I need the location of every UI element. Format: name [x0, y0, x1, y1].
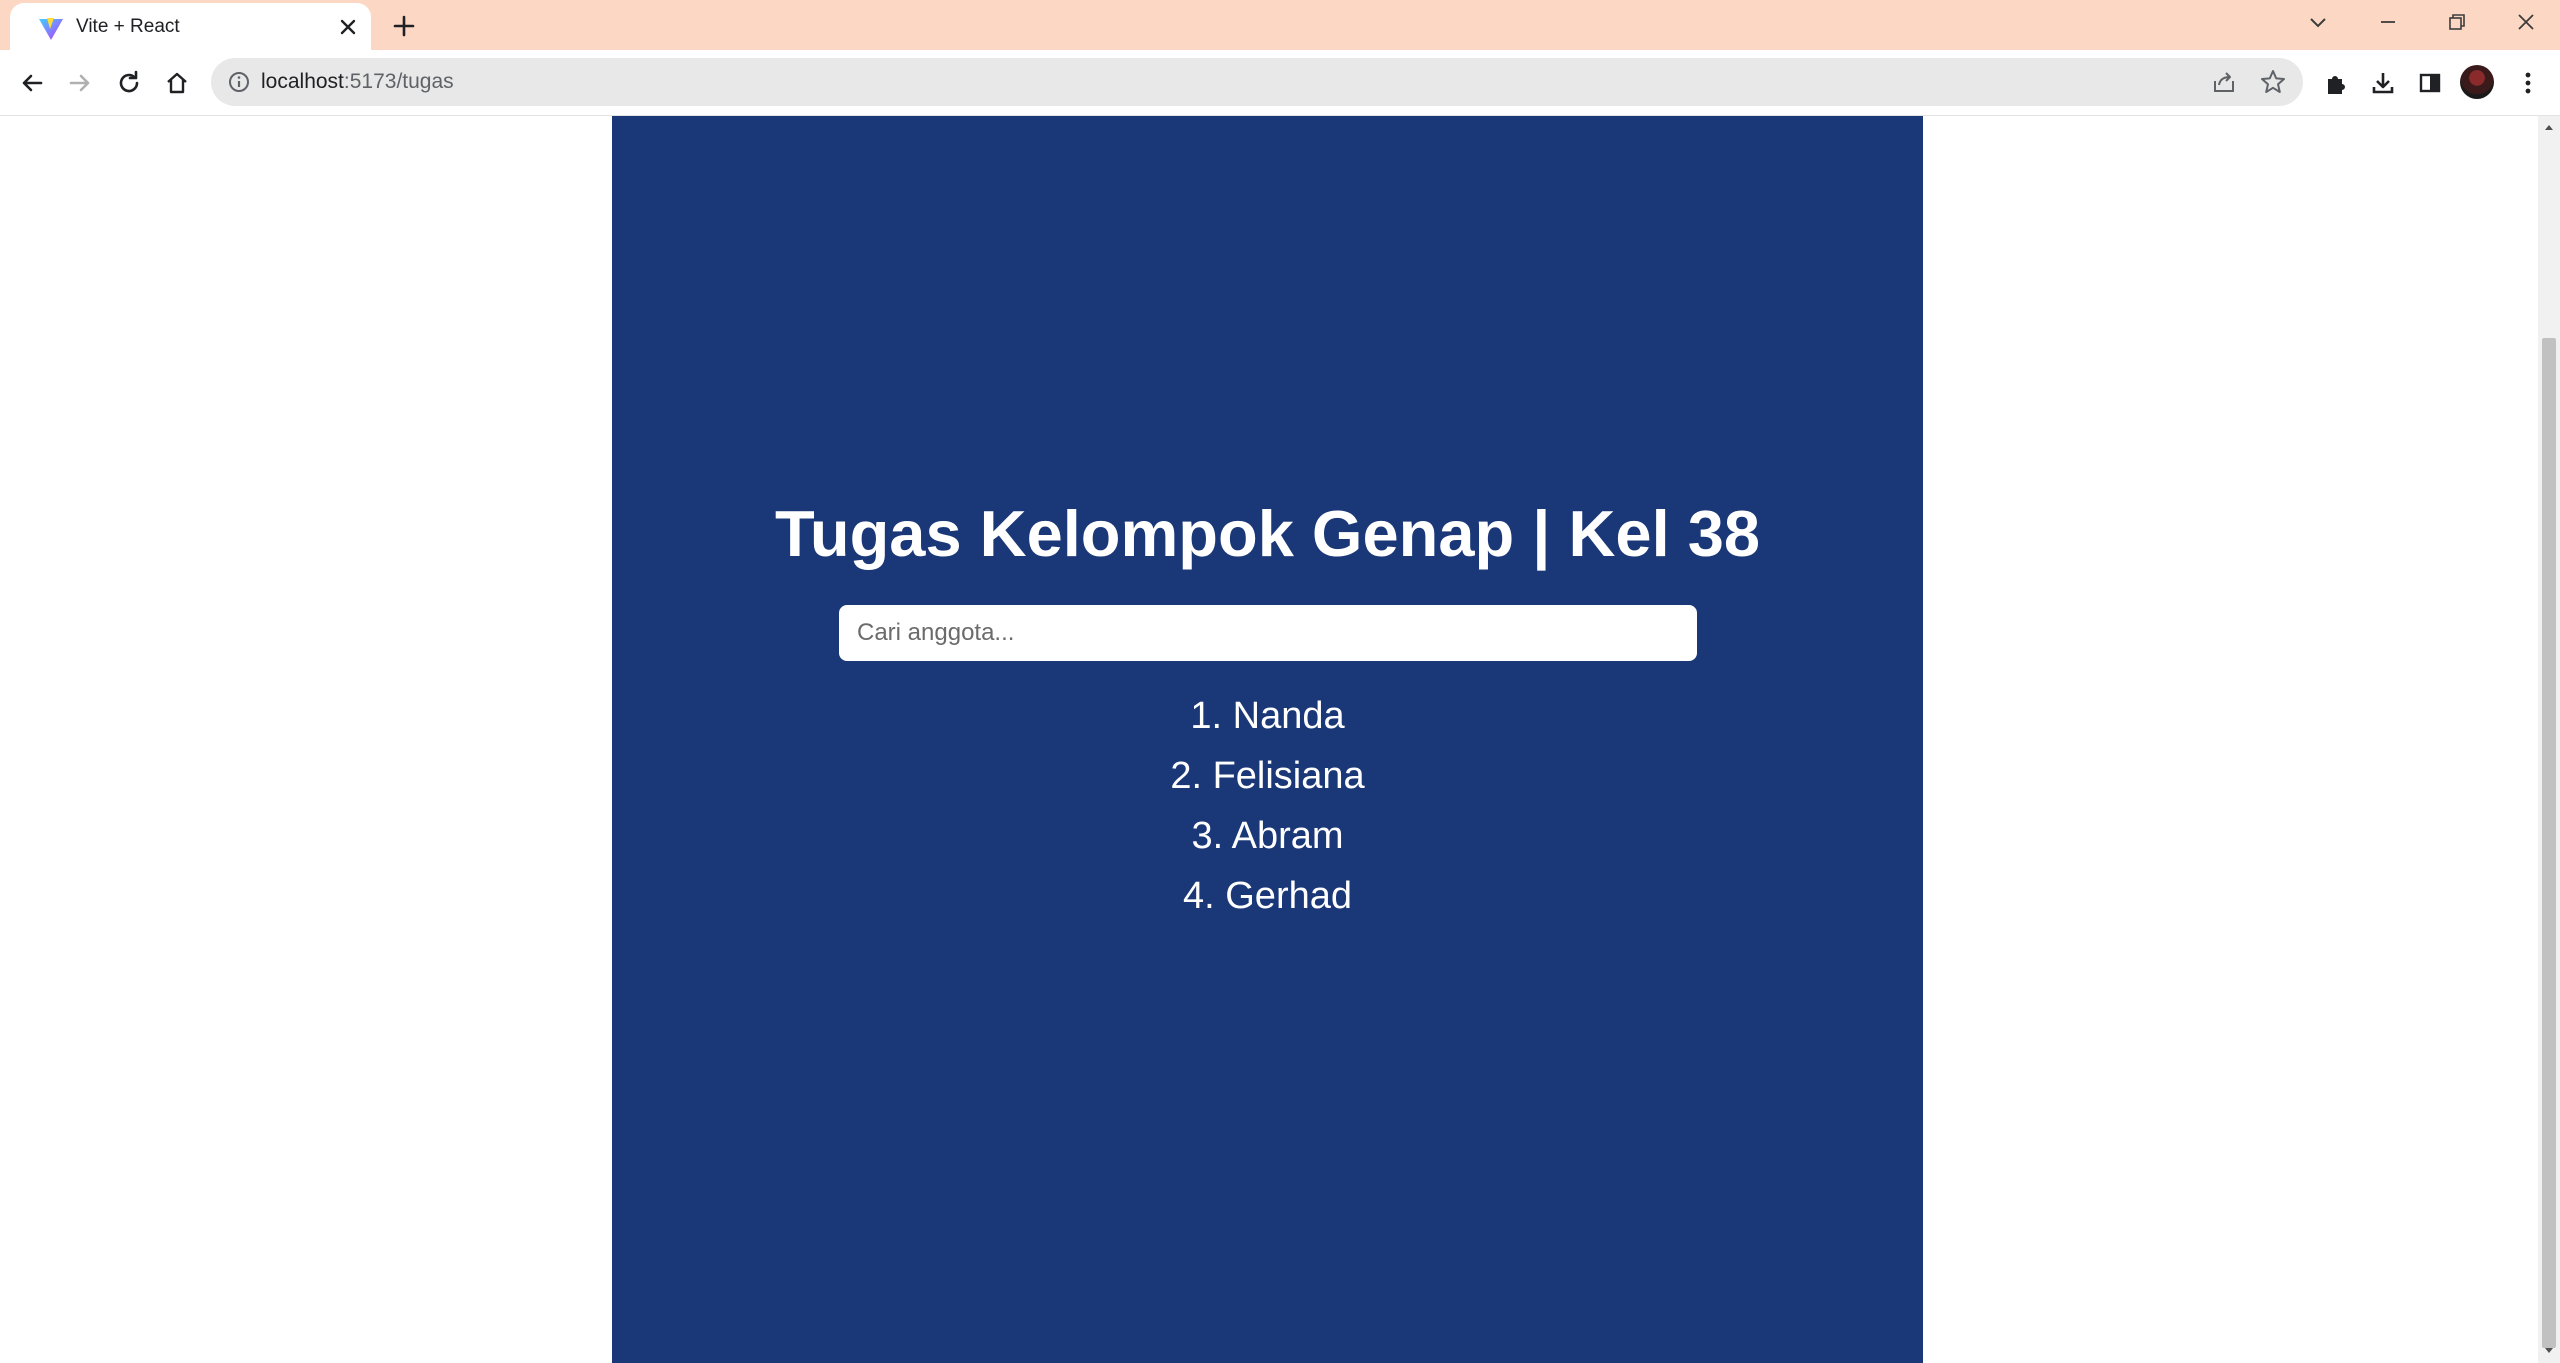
tab-title: Vite + React: [76, 16, 180, 37]
url-path: :5173/tugas: [343, 70, 454, 93]
list-item: 4. Gerhad: [1183, 875, 1352, 917]
home-icon[interactable]: [161, 67, 193, 99]
list-item: 2. Felisiana: [1170, 755, 1365, 797]
forward-icon[interactable]: [64, 67, 96, 99]
new-tab-icon[interactable]: [390, 12, 418, 40]
vertical-scrollbar[interactable]: [2538, 116, 2560, 1363]
bookmark-star-icon[interactable]: [2259, 68, 2287, 96]
restore-icon[interactable]: [2438, 8, 2474, 38]
close-tab-icon[interactable]: [337, 16, 359, 38]
tab-strip: Vite + React: [0, 0, 2560, 50]
scroll-down-arrow-icon[interactable]: [2543, 1345, 2555, 1357]
list-item: 3. Abram: [1191, 815, 1344, 857]
reload-icon[interactable]: [113, 67, 145, 99]
profile-avatar[interactable]: [2460, 65, 2494, 99]
back-icon[interactable]: [16, 67, 48, 99]
page-title: Tugas Kelompok Genap | Kel 38: [775, 497, 1760, 570]
close-window-icon[interactable]: [2508, 8, 2544, 38]
browser-tab[interactable]: Vite + React: [10, 3, 371, 50]
browser-toolbar: localhost:5173/tugas: [0, 50, 2560, 116]
content-panel: Tugas Kelompok Genap | Kel 38 1. Nanda 2…: [612, 116, 1923, 1363]
url-text[interactable]: localhost:5173/tugas: [261, 69, 454, 95]
vite-logo-icon: [39, 18, 63, 40]
list-item: 1. Nanda: [1190, 695, 1345, 737]
tab-search-chevron-icon[interactable]: [2300, 8, 2336, 38]
more-menu-icon[interactable]: [2512, 67, 2544, 99]
minimize-icon[interactable]: [2370, 8, 2406, 38]
page-viewport: Tugas Kelompok Genap | Kel 38 1. Nanda 2…: [0, 116, 2538, 1363]
side-panel-icon[interactable]: [2414, 67, 2446, 99]
search-input[interactable]: [839, 605, 1697, 661]
download-icon[interactable]: [2367, 67, 2399, 99]
url-host: localhost: [261, 70, 344, 93]
scroll-up-arrow-icon[interactable]: [2543, 121, 2555, 133]
address-bar[interactable]: localhost:5173/tugas: [211, 58, 2303, 106]
extensions-icon[interactable]: [2320, 67, 2352, 99]
share-icon[interactable]: [2210, 68, 2238, 96]
site-info-icon[interactable]: [227, 70, 251, 94]
member-list: 1. Nanda 2. Felisiana 3. Abram 4. Gerhad: [612, 686, 1923, 926]
scrollbar-thumb[interactable]: [2542, 338, 2556, 1348]
